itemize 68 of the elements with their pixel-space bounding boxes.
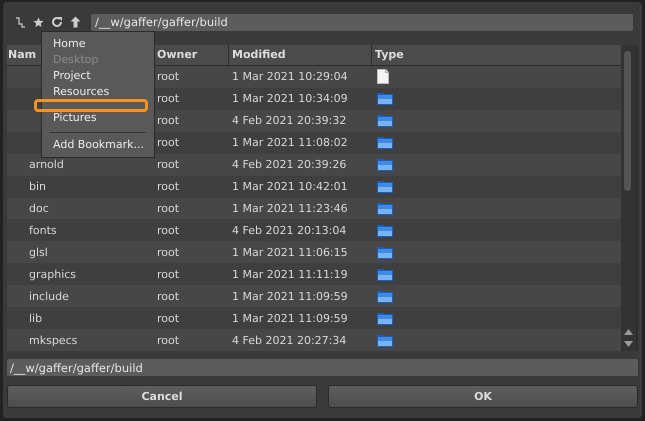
owner-cell-text: root [156,136,180,150]
folder-icon [377,224,393,237]
path-field[interactable]: /__w/gaffer/gaffer/build [7,359,638,376]
modified-cell-text: 1 Mar 2021 10:29:04 [231,70,349,84]
star-icon[interactable] [33,16,44,28]
file-name[interactable]: doc [7,202,154,215]
scroll-up-icon[interactable] [624,329,633,335]
column-header[interactable]: Nam [8,48,36,61]
menu-item[interactable]: Add Bookmark... [42,137,154,153]
menu-item[interactable]: Home [42,36,154,52]
owner-cell-text: root [156,224,180,237]
file-name[interactable]: bin [7,180,154,194]
up-arrow-icon[interactable] [70,16,81,28]
owner-cell-text: root [156,290,180,303]
folder-icon [377,180,393,194]
modified-cell-text: 1 Mar 2021 10:42:01 [231,180,349,194]
file-icon [377,69,389,84]
owner-cell-text: root [156,158,180,172]
modified-cell-text: 1 Mar 2021 11:09:59 [231,290,349,303]
menu-item[interactable]: Resources [42,84,154,100]
file-name[interactable]: arnold [7,158,154,172]
folder-icon [377,334,393,347]
folder-icon [377,158,393,172]
modified-cell-text: 4 Feb 2021 20:27:34 [231,334,348,347]
refresh-icon[interactable] [51,16,63,28]
menu-item[interactable]: Pictures [42,110,154,126]
folder-icon [377,268,393,281]
owner-cell-text: root [156,92,180,106]
folder-icon [377,136,393,150]
folder-icon [377,246,393,259]
modified-cell-text: 4 Feb 2021 20:39:26 [231,158,348,172]
ok-button[interactable]: OK [328,385,638,408]
cancel-button[interactable]: Cancel [7,385,317,408]
owner-cell-text: root [156,114,180,128]
column-header[interactable]: Owner [157,48,198,61]
file-name[interactable]: glsl [7,246,154,259]
column-header[interactable]: Type [375,48,404,61]
folder-icon [377,92,393,106]
folder-icon [377,114,393,128]
path-steps-icon[interactable] [15,16,26,28]
modified-cell-text: 1 Mar 2021 11:08:02 [231,136,349,150]
modified-cell-text: 1 Mar 2021 11:23:46 [231,202,349,215]
modified-cell-text: 4 Feb 2021 20:13:04 [231,224,348,237]
owner-cell-text: root [156,334,180,347]
owner-cell-text: root [156,268,180,281]
file-name[interactable]: mkspecs [7,334,154,347]
modified-cell-text: 1 Mar 2021 11:11:19 [231,268,349,281]
owner-cell-text: root [156,202,180,215]
modified-cell-text: 1 Mar 2021 11:09:59 [231,312,349,325]
owner-cell-text: root [156,180,180,194]
file-name[interactable]: lib [7,312,154,325]
folder-icon [377,290,393,303]
owner-cell-text: root [156,312,180,325]
file-name[interactable]: include [7,290,154,303]
owner-cell-text: root [156,246,180,259]
modified-cell-text: 1 Mar 2021 11:06:15 [231,246,349,259]
modified-cell-text: 4 Feb 2021 20:39:32 [231,114,348,128]
file-name[interactable]: graphics [7,268,154,281]
menu-item[interactable]: Project [42,68,154,84]
file-name[interactable]: fonts [7,224,154,237]
modified-cell-text: 1 Mar 2021 10:34:09 [231,92,349,106]
folder-icon [377,312,393,325]
column-header[interactable]: Modified [232,48,286,61]
scrollbar-thumb[interactable] [624,51,634,191]
owner-cell-text: root [156,70,180,84]
scroll-down-icon[interactable] [624,341,633,347]
path-field[interactable]: /__w/gaffer/gaffer/build [91,14,633,30]
folder-icon [377,202,393,215]
